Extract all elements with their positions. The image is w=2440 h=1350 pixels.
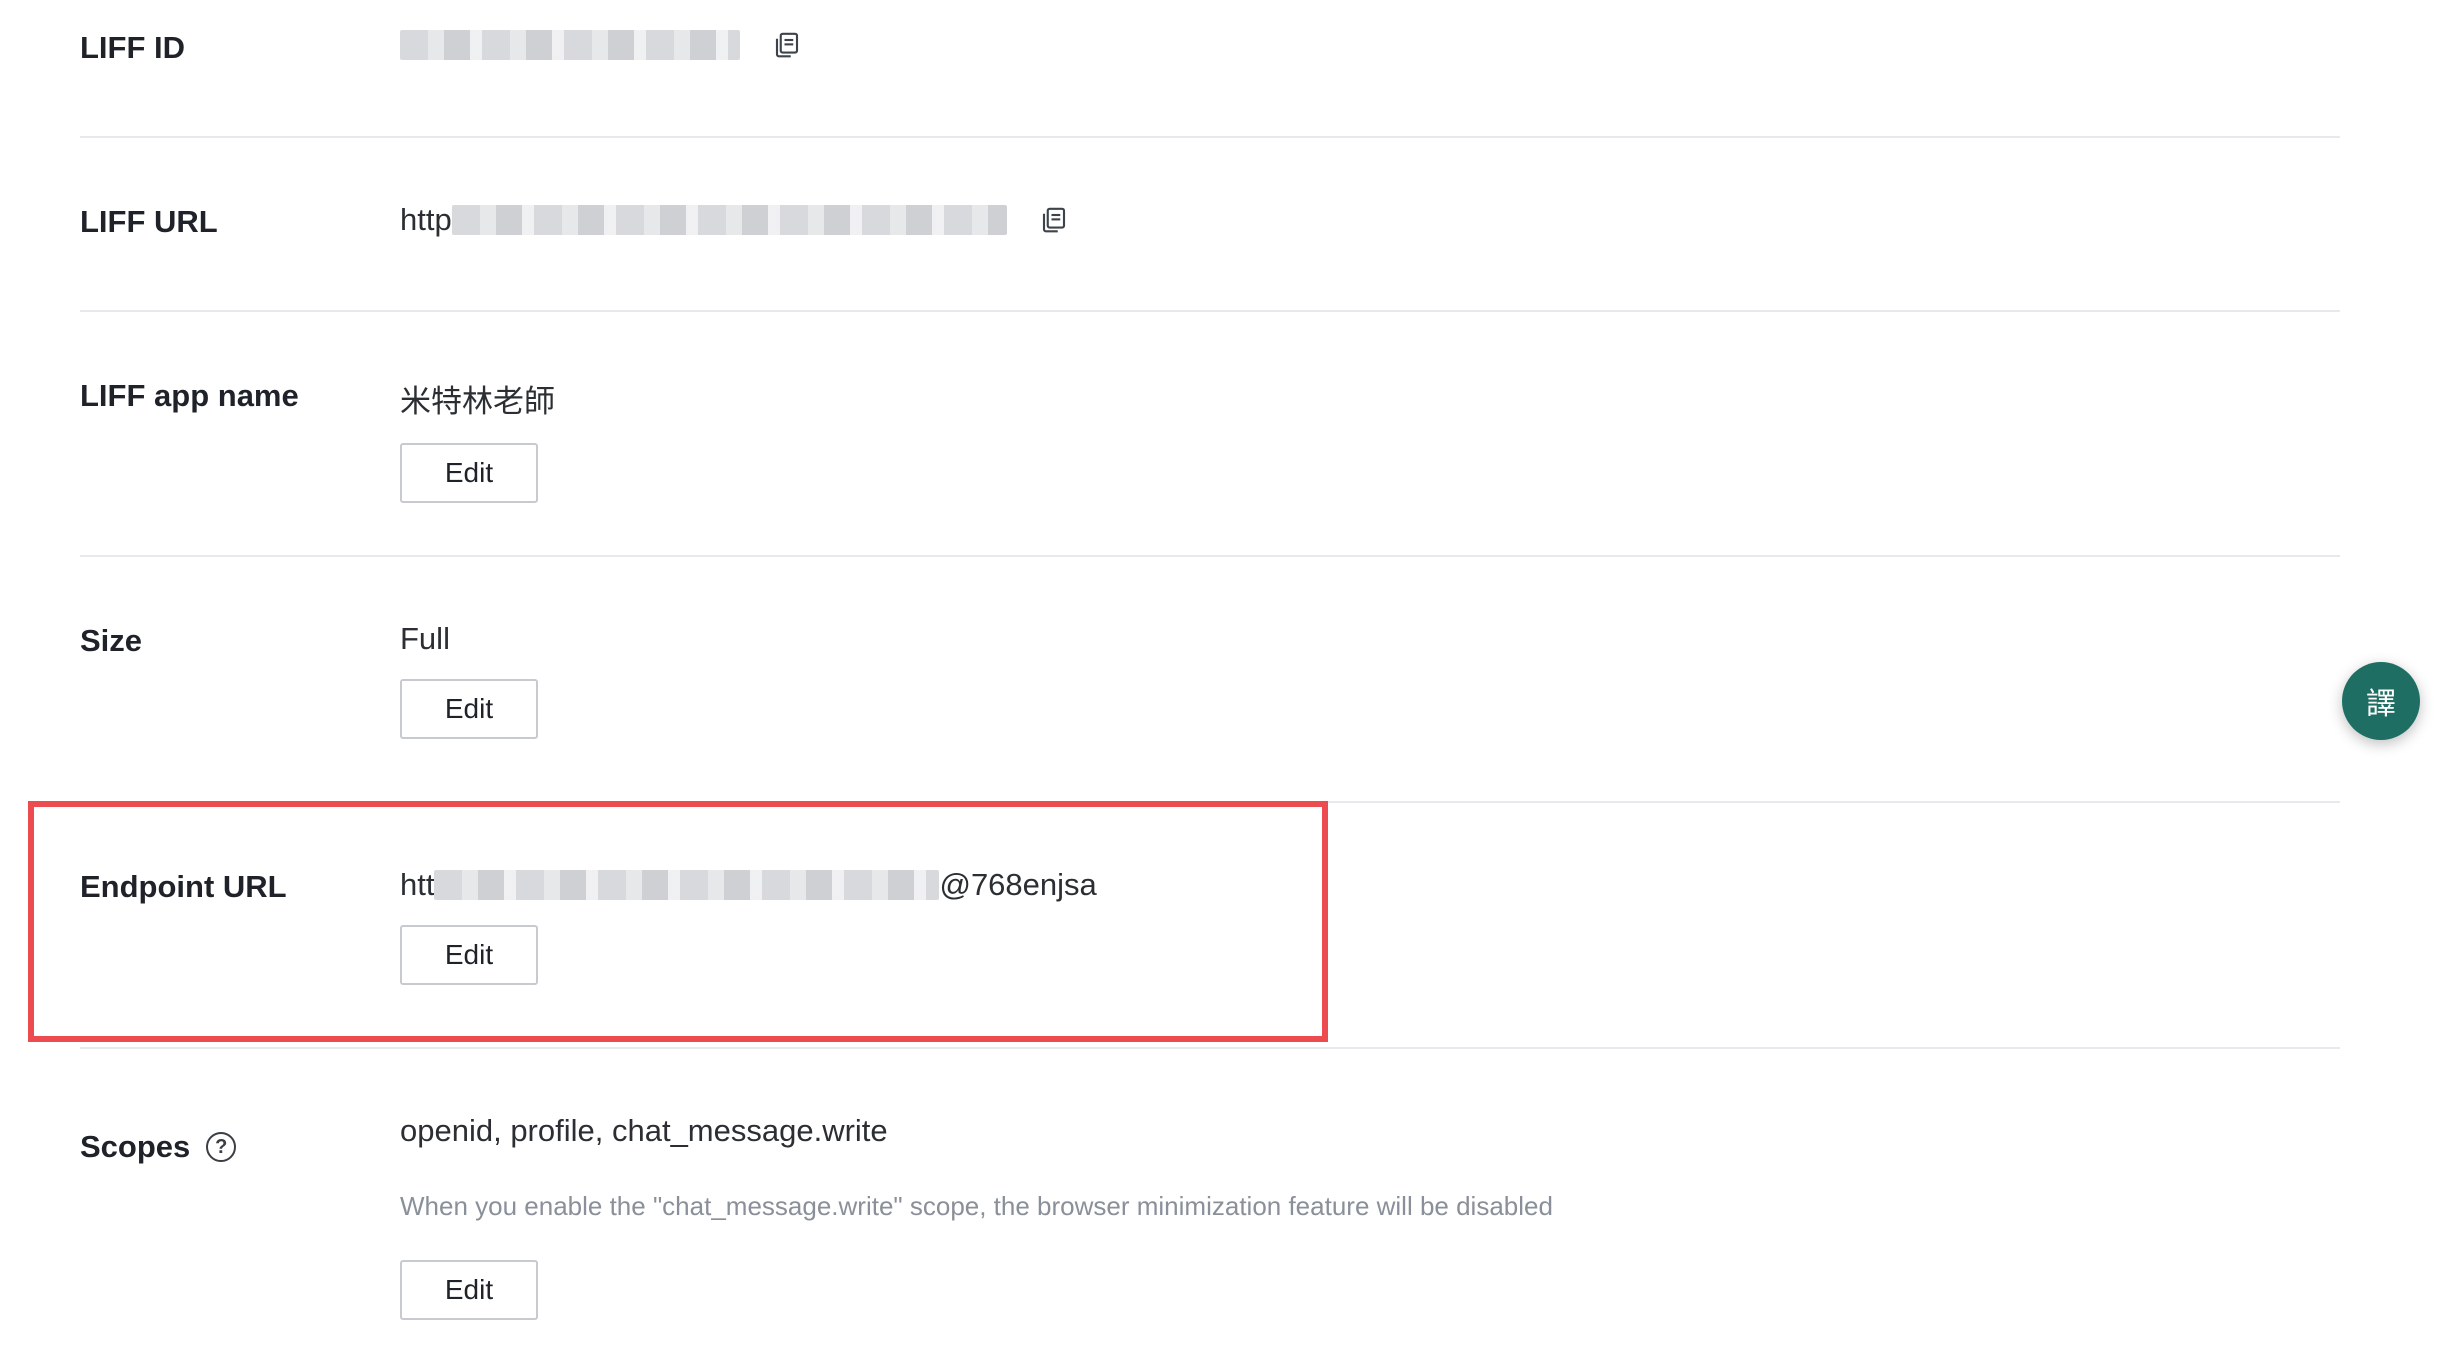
liff-id-label: LIFF ID xyxy=(80,30,186,65)
scopes-value-container: openid, profile, chat_message.write When… xyxy=(400,1113,1553,1320)
endpoint-url-value-container: htt @768enjsa Edit xyxy=(400,867,1097,985)
scopes-row: Scopes ? openid, profile, chat_message.w… xyxy=(80,1049,2340,1349)
endpoint-url-label: Endpoint URL xyxy=(80,869,287,904)
liff-app-name-value: 米特林老師 xyxy=(400,384,555,420)
scopes-label-container: Scopes ? xyxy=(80,1129,237,1165)
liff-url-value-container: http xyxy=(400,202,1071,238)
copy-liff-url-button[interactable] xyxy=(1037,203,1071,237)
liff-app-name-label: LIFF app name xyxy=(80,378,299,413)
liff-url-prefix: http xyxy=(400,202,452,237)
translate-icon: 譯 xyxy=(2366,687,2396,722)
liff-id-value-container xyxy=(400,28,804,62)
endpoint-url-masked-value xyxy=(434,870,940,900)
edit-scopes-button[interactable]: Edit xyxy=(400,1260,538,1320)
copy-liff-id-button[interactable] xyxy=(770,28,804,62)
liff-url-row: LIFF URL http xyxy=(80,138,2340,312)
scopes-hint: When you enable the "chat_message.write"… xyxy=(400,1191,1553,1221)
size-value: Full xyxy=(400,621,450,656)
endpoint-url-suffix: @768enjsa xyxy=(939,867,1097,902)
edit-size-button[interactable]: Edit xyxy=(400,679,538,739)
copy-icon xyxy=(1042,207,1065,233)
size-label: Size xyxy=(80,623,143,658)
scopes-value: openid, profile, chat_message.write xyxy=(400,1113,888,1148)
help-circle-icon[interactable]: ? xyxy=(206,1132,237,1162)
endpoint-url-row: Endpoint URL htt @768enjsa Edit xyxy=(80,803,2340,1049)
edit-endpoint-url-button[interactable]: Edit xyxy=(400,925,538,985)
liff-id-masked-value xyxy=(400,30,740,60)
scopes-label: Scopes xyxy=(80,1129,191,1164)
copy-icon xyxy=(775,32,799,58)
liff-url-masked-value xyxy=(451,205,1007,235)
liff-id-row: LIFF ID xyxy=(80,0,2340,138)
liff-app-name-row: LIFF app name 米特林老師 Edit xyxy=(80,312,2340,557)
liff-url-label: LIFF URL xyxy=(80,204,218,239)
translate-button[interactable]: 譯 xyxy=(2342,662,2420,740)
liff-app-name-value-container: 米特林老師 Edit xyxy=(400,376,555,503)
edit-app-name-button[interactable]: Edit xyxy=(400,443,538,503)
liff-settings-panel: LIFF ID LIFF URL http LIFF app name 米特林老… xyxy=(80,0,2340,1349)
size-row: Size Full Edit xyxy=(80,557,2340,803)
size-value-container: Full Edit xyxy=(400,621,538,739)
endpoint-url-prefix: htt xyxy=(400,867,435,902)
